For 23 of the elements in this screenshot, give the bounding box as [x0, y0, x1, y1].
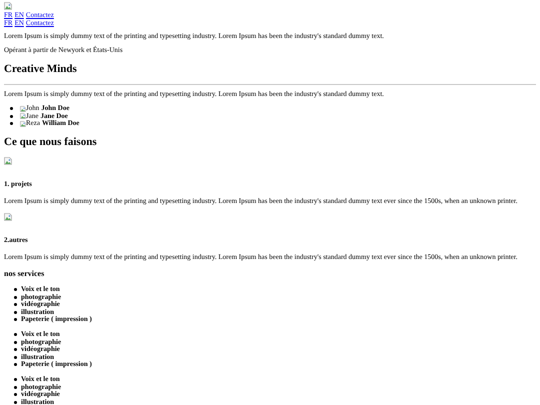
- bullet-icon: [14, 296, 17, 299]
- bullet-icon: [14, 363, 17, 366]
- bullet-icon: [10, 114, 13, 118]
- broken-image-icon: [4, 2, 12, 10]
- section-heading: Creative Minds: [4, 63, 77, 75]
- section-heading: Ce que nous faisons: [4, 136, 97, 148]
- bullet-icon: [14, 288, 17, 292]
- services-title: nos services: [4, 270, 44, 278]
- bullet-icon: [14, 348, 17, 352]
- bullet-icon: [14, 318, 17, 322]
- bullet-icon: [14, 340, 17, 344]
- bullet-icon: [14, 386, 17, 389]
- bullet-icon: [14, 333, 17, 336]
- bullet-icon: [14, 303, 17, 306]
- bullet-icon: [10, 122, 13, 126]
- broken-image-icon: [4, 157, 12, 165]
- bullet-icon: [14, 310, 17, 314]
- bullet-icon: [14, 400, 17, 404]
- bullet-icon: [10, 107, 13, 110]
- bullet-icon: [14, 356, 17, 359]
- bullet-icon: [14, 378, 17, 382]
- bullet-icon: [14, 393, 17, 396]
- broken-image-icon: [4, 213, 12, 221]
